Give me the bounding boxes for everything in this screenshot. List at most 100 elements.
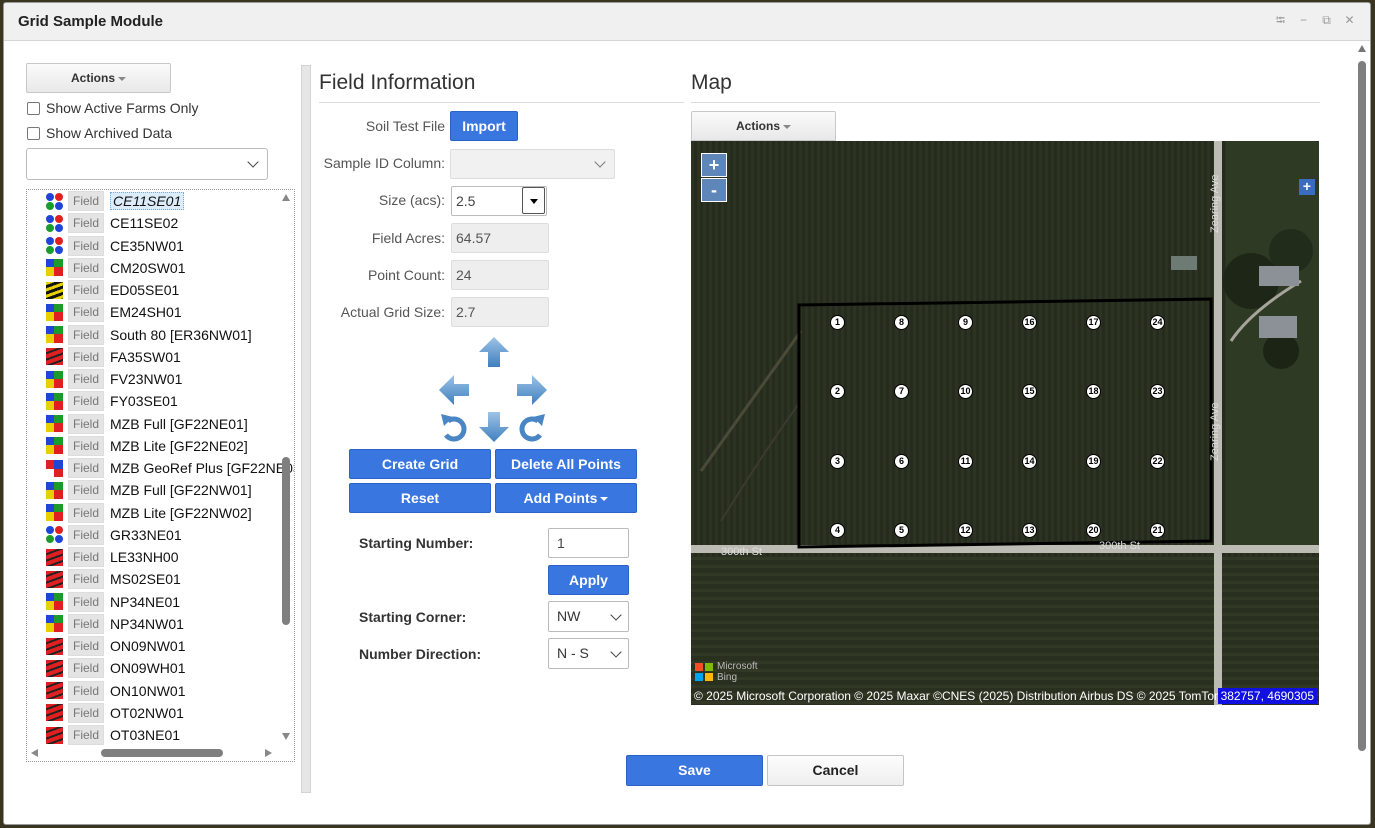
sample-id-select[interactable] <box>450 149 615 179</box>
tree-vertical-scrollbar[interactable] <box>280 192 292 742</box>
field-tree-item[interactable]: Field ED05SE01 <box>46 279 179 301</box>
map-actions-button[interactable]: Actions <box>691 111 836 141</box>
field-tree-item[interactable]: Field CE11SE01 <box>46 190 185 212</box>
pin-icon[interactable]: ⭾ <box>1274 14 1287 27</box>
sample-point[interactable]: 2 <box>830 384 845 399</box>
field-tree-item[interactable]: Field CM20SW01 <box>46 257 185 279</box>
zoom-in-button[interactable]: + <box>701 153 727 177</box>
show-active-farms-checkbox[interactable] <box>27 101 40 115</box>
field-tree-item[interactable]: Field MZB Full [GF22NW01] <box>46 479 252 501</box>
sample-point[interactable]: 1 <box>830 315 845 330</box>
map-view[interactable]: 1 8 9 16 17 24 2 7 10 15 18 23 3 6 11 14 19 22 4 5 12 13 20 21 … <box>691 141 1319 705</box>
sample-point[interactable]: 20 <box>1086 523 1101 538</box>
field-tree-item[interactable]: Field FV23NW01 <box>46 368 182 390</box>
field-tree-item[interactable]: Field MZB GeoRef Plus [GF22NE03] <box>46 457 294 479</box>
minimize-icon[interactable]: − <box>1297 14 1310 27</box>
sample-point[interactable]: 8 <box>894 315 909 330</box>
field-tree[interactable]: Field CE11SE01 Field CE11SE02 Field CE35NW01 F… <box>26 189 295 762</box>
sample-point[interactable]: 12 <box>958 523 973 538</box>
multi-dot-icon <box>46 192 63 210</box>
sample-point[interactable]: 3 <box>830 454 845 469</box>
starting-corner-select[interactable]: NW <box>548 601 629 632</box>
move-left-icon[interactable] <box>438 374 470 406</box>
sample-point[interactable]: 23 <box>1150 384 1165 399</box>
close-icon[interactable]: ✕ <box>1343 14 1356 27</box>
sample-point[interactable]: 18 <box>1086 384 1101 399</box>
apply-button[interactable]: Apply <box>548 565 629 595</box>
sample-point[interactable]: 11 <box>958 454 973 469</box>
farm-select[interactable] <box>26 148 268 180</box>
sample-point[interactable]: 10 <box>958 384 973 399</box>
rotate-left-icon[interactable] <box>438 411 470 443</box>
field-tree-item[interactable]: Field LE33NH00 <box>46 546 179 568</box>
sample-point[interactable]: 14 <box>1022 454 1037 469</box>
scroll-up-icon[interactable] <box>282 194 290 201</box>
sample-point[interactable]: 21 <box>1150 523 1165 538</box>
popout-icon[interactable]: ⧉ <box>1320 14 1333 27</box>
import-button[interactable]: Import <box>450 111 518 141</box>
tree-hscroll-thumb[interactable] <box>101 749 223 757</box>
sample-point[interactable]: 15 <box>1022 384 1037 399</box>
expand-icon[interactable]: + <box>1299 179 1315 195</box>
field-tree-item[interactable]: Field NP34NE01 <box>46 591 180 613</box>
panel-splitter[interactable] <box>301 65 311 793</box>
show-archived-row[interactable]: Show Archived Data <box>27 125 172 141</box>
field-tree-item[interactable]: Field ON10NW01 <box>46 680 185 702</box>
show-archived-checkbox[interactable] <box>27 126 40 140</box>
tree-scroll-thumb[interactable] <box>282 457 290 625</box>
field-tree-item[interactable]: Field South 80 [ER36NW01] <box>46 324 252 346</box>
scroll-right-icon[interactable] <box>265 749 272 757</box>
sample-point[interactable]: 16 <box>1022 315 1037 330</box>
point-count-value: 24 <box>451 260 549 290</box>
sample-point[interactable]: 4 <box>830 523 845 538</box>
field-tree-item[interactable]: Field EM24SH01 <box>46 301 182 323</box>
size-spinner-button[interactable] <box>522 187 545 214</box>
scroll-left-icon[interactable] <box>31 749 38 757</box>
field-tree-item[interactable]: Field MZB Lite [GF22NE02] <box>46 435 248 457</box>
color-square-icon <box>46 370 63 388</box>
field-tree-item[interactable]: Field CE11SE02 <box>46 212 178 234</box>
starting-number-input[interactable]: 1 <box>548 528 629 558</box>
scroll-up-icon[interactable] <box>1358 45 1366 52</box>
field-tree-item[interactable]: Field OT03NE01 <box>46 724 180 746</box>
field-tree-item[interactable]: Field CE35NW01 <box>46 235 184 257</box>
sample-point[interactable]: 22 <box>1150 454 1165 469</box>
move-up-icon[interactable] <box>478 336 510 368</box>
scroll-down-icon[interactable] <box>282 733 290 740</box>
rotate-right-icon[interactable] <box>516 411 548 443</box>
sample-point[interactable]: 17 <box>1086 315 1101 330</box>
sample-point[interactable]: 6 <box>894 454 909 469</box>
field-tree-item[interactable]: Field MZB Lite [GF22NW02] <box>46 502 252 524</box>
field-tree-item[interactable]: Field OT02NW01 <box>46 702 184 724</box>
field-tree-item[interactable]: Field MS02SE01 <box>46 568 181 590</box>
field-tree-item[interactable]: Field ON09NW01 <box>46 635 185 657</box>
zoom-out-button[interactable]: - <box>701 178 727 202</box>
sample-point[interactable]: 5 <box>894 523 909 538</box>
window-scroll-thumb[interactable] <box>1358 61 1366 751</box>
field-tree-item[interactable]: Field FY03SE01 <box>46 390 178 412</box>
delete-all-points-button[interactable]: Delete All Points <box>495 449 637 479</box>
show-active-farms-row[interactable]: Show Active Farms Only <box>27 100 199 116</box>
move-down-icon[interactable] <box>478 411 510 443</box>
field-tree-item[interactable]: Field ON09WH01 <box>46 657 185 679</box>
sample-point[interactable]: 9 <box>958 315 973 330</box>
field-tree-item[interactable]: Field FA35SW01 <box>46 346 181 368</box>
number-direction-select[interactable]: N - S <box>548 638 629 669</box>
tree-horizontal-scrollbar[interactable] <box>29 746 277 760</box>
save-button[interactable]: Save <box>626 755 763 786</box>
add-points-button[interactable]: Add Points <box>495 483 637 513</box>
field-tree-item[interactable]: Field GR33NE01 <box>46 524 182 546</box>
create-grid-button[interactable]: Create Grid <box>349 449 491 479</box>
left-actions-button[interactable]: Actions <box>26 63 171 93</box>
sample-point[interactable]: 24 <box>1150 315 1165 330</box>
cancel-button[interactable]: Cancel <box>767 755 904 786</box>
field-tree-item[interactable]: Field NP34NW01 <box>46 613 184 635</box>
sample-point[interactable]: 19 <box>1086 454 1101 469</box>
move-right-icon[interactable] <box>516 374 548 406</box>
window-vertical-scrollbar[interactable] <box>1356 43 1368 823</box>
sample-point[interactable]: 13 <box>1022 523 1037 538</box>
field-tree-item[interactable]: Field MZB Full [GF22NE01] <box>46 413 248 435</box>
sample-point[interactable]: 7 <box>894 384 909 399</box>
field-type-tag: Field <box>68 658 105 679</box>
reset-button[interactable]: Reset <box>349 483 491 513</box>
